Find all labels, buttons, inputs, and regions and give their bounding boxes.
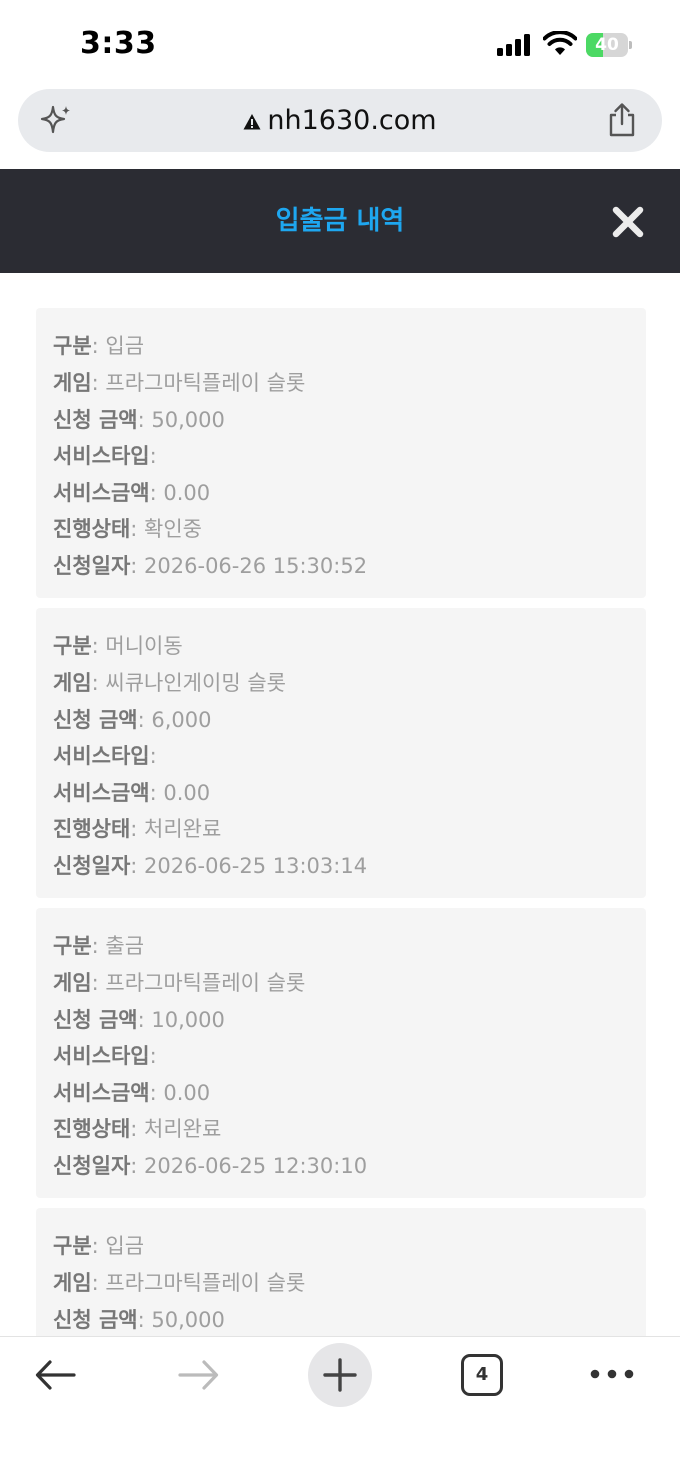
field-label: 신청 금액: [53, 408, 138, 432]
service-type-row: 서비스타입:: [53, 744, 157, 768]
field-label: 서비스타입: [53, 1044, 150, 1068]
field-label: 게임: [53, 971, 92, 995]
game-value: 프라그마틱플레이 슬롯: [105, 371, 306, 395]
field-label: 구분: [53, 934, 92, 958]
field-label: 신청 금액: [53, 1308, 138, 1332]
type-row: 구분: 입금: [53, 334, 145, 358]
amount-value: 6,000: [151, 708, 212, 732]
service-amount-row: 서비스금액: 0.00: [53, 481, 211, 505]
status-value: 확인중: [144, 517, 203, 541]
amount-row: 신청 금액: 10,000: [53, 1008, 225, 1032]
field-label: 진행상태: [53, 517, 131, 541]
wifi-icon: [543, 31, 577, 55]
game-row: 게임: 프라그마틱플레이 슬롯: [53, 371, 306, 395]
amount-row: 신청 금액: 50,000: [53, 1308, 225, 1332]
field-label: 구분: [53, 634, 92, 658]
field-label: 신청일자: [53, 554, 131, 578]
date-value: 2026-06-25 12:30:10: [144, 1154, 368, 1178]
service-amount-row: 서비스금액: 0.00: [53, 781, 211, 805]
status-value: 처리완료: [144, 1117, 222, 1141]
amount-value: 50,000: [151, 408, 225, 432]
game-row: 게임: 프라그마틱플레이 슬롯: [53, 971, 306, 995]
type-value: 출금: [105, 934, 145, 958]
battery-level: 40: [595, 35, 619, 55]
amount-row: 신청 금액: 50,000: [53, 408, 225, 432]
service-amount-value: 0.00: [163, 1081, 211, 1105]
field-label: 게임: [53, 1271, 92, 1295]
game-value: 씨큐나인게이밍 슬롯: [105, 671, 286, 695]
service-amount-value: 0.00: [163, 481, 211, 505]
field-label: 서비스금액: [53, 1081, 150, 1105]
game-row: 게임: 프라그마틱플레이 슬롯: [53, 1271, 306, 1295]
transaction-card: 구분: 입금 게임: 프라그마틱플레이 슬롯 신청 금액: 50,000: [36, 1208, 646, 1338]
transaction-card: 구분: 출금 게임: 프라그마틱플레이 슬롯 신청 금액: 10,000 서비스…: [36, 908, 646, 1198]
status-time: 3:33: [80, 26, 157, 61]
share-icon[interactable]: [606, 102, 638, 138]
game-row: 게임: 씨큐나인게이밍 슬롯: [53, 671, 286, 695]
status-row: 진행상태: 확인중: [53, 517, 203, 541]
field-label: 신청 금액: [53, 1008, 138, 1032]
cellular-signal-icon: [497, 34, 533, 56]
close-icon[interactable]: [610, 204, 646, 240]
amount-row: 신청 금액: 6,000: [53, 708, 212, 732]
game-value: 프라그마틱플레이 슬롯: [105, 1271, 306, 1295]
field-label: 신청 금액: [53, 708, 138, 732]
status-bar: 3:33 40: [0, 0, 680, 88]
amount-value: 50,000: [151, 1308, 225, 1332]
status-row: 진행상태: 처리완료: [53, 1117, 222, 1141]
tab-count-button[interactable]: 4: [461, 1354, 503, 1396]
arrow-left-icon[interactable]: [34, 1357, 78, 1393]
transaction-card: 구분: 머니이동 게임: 씨큐나인게이밍 슬롯 신청 금액: 6,000 서비스…: [36, 608, 646, 898]
battery-icon: 40: [586, 33, 632, 57]
transaction-list[interactable]: 구분: 입금 게임: 프라그마틱플레이 슬롯 신청 금액: 50,000 서비스…: [36, 308, 646, 1338]
field-label: 서비스타입: [53, 444, 150, 468]
browser-toolbar: 4: [0, 1336, 680, 1472]
field-label: 게임: [53, 371, 92, 395]
service-amount-value: 0.00: [163, 781, 211, 805]
field-label: 게임: [53, 671, 92, 695]
status-value: 처리완료: [144, 817, 222, 841]
amount-value: 10,000: [151, 1008, 225, 1032]
date-row: 신청일자: 2026-06-26 15:30:52: [53, 554, 368, 578]
type-value: 머니이동: [105, 634, 183, 658]
field-label: 진행상태: [53, 817, 131, 841]
date-value: 2026-06-25 13:03:14: [144, 854, 368, 878]
url-text[interactable]: nh1630.com: [267, 105, 436, 136]
new-tab-button[interactable]: [308, 1343, 372, 1407]
date-value: 2026-06-26 15:30:52: [144, 554, 368, 578]
field-label: 서비스타입: [53, 744, 150, 768]
service-type-row: 서비스타입:: [53, 1044, 157, 1068]
field-label: 구분: [53, 334, 92, 358]
date-row: 신청일자: 2026-06-25 13:03:14: [53, 854, 368, 878]
app-header: 입출금 내역: [0, 169, 680, 273]
transaction-card: 구분: 입금 게임: 프라그마틱플레이 슬롯 신청 금액: 50,000 서비스…: [36, 308, 646, 598]
field-label: 서비스금액: [53, 481, 150, 505]
field-label: 구분: [53, 1234, 92, 1258]
arrow-right-icon[interactable]: [176, 1357, 220, 1393]
type-value: 입금: [105, 1234, 145, 1258]
type-row: 구분: 머니이동: [53, 634, 183, 658]
warning-icon: [243, 113, 261, 129]
page-title: 입출금 내역: [275, 206, 405, 236]
status-row: 진행상태: 처리완료: [53, 817, 222, 841]
page: 3:33 40 nh1630.com 입출금 내역 구분: 입금 게임: 프라그…: [0, 0, 680, 1472]
game-value: 프라그마틱플레이 슬롯: [105, 971, 306, 995]
field-label: 진행상태: [53, 1117, 131, 1141]
service-amount-row: 서비스금액: 0.00: [53, 1081, 211, 1105]
type-row: 구분: 출금: [53, 934, 145, 958]
service-type-row: 서비스타입:: [53, 444, 157, 468]
type-row: 구분: 입금: [53, 1234, 145, 1258]
field-label: 신청일자: [53, 854, 131, 878]
field-label: 신청일자: [53, 1154, 131, 1178]
field-label: 서비스금액: [53, 781, 150, 805]
address-bar[interactable]: nh1630.com: [18, 89, 662, 152]
type-value: 입금: [105, 334, 145, 358]
date-row: 신청일자: 2026-06-25 12:30:10: [53, 1154, 368, 1178]
more-dots-icon[interactable]: [590, 1367, 634, 1381]
plus-icon: [323, 1358, 357, 1392]
